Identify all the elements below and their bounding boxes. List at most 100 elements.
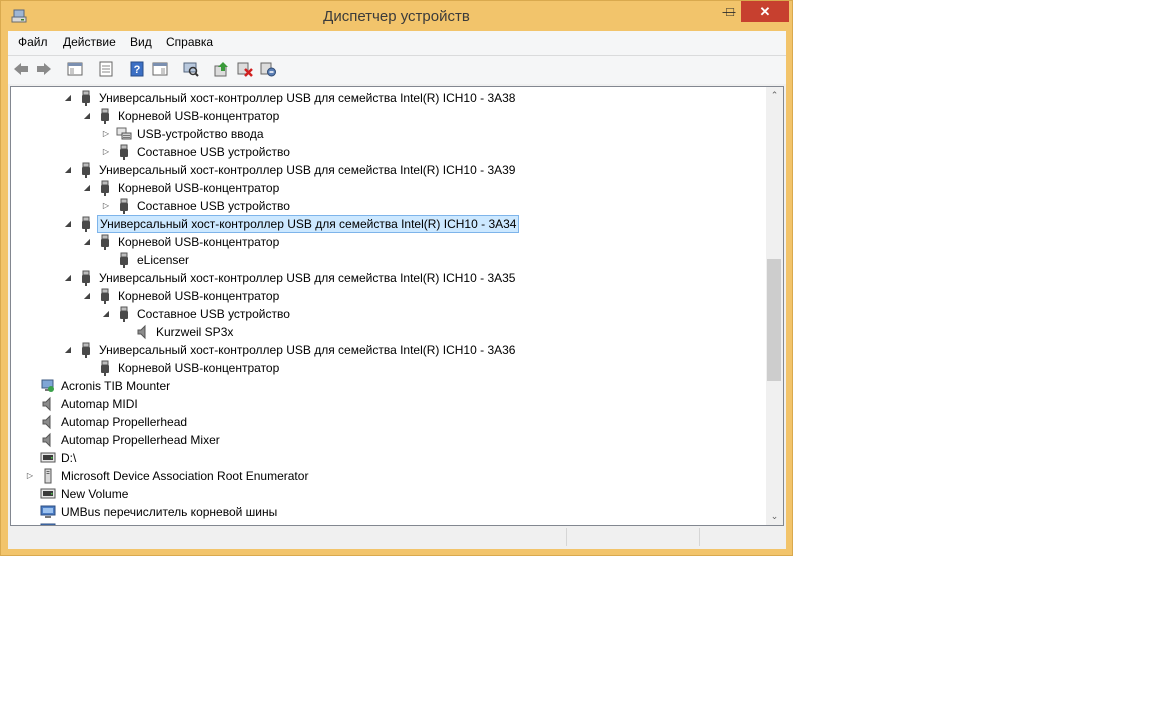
tree-node[interactable]: ▷ Составное USB устройство xyxy=(11,197,751,215)
collapse-arrow-icon[interactable]: ◢ xyxy=(82,107,92,125)
tree-node[interactable]: Kurzweil SP3x xyxy=(11,323,751,341)
usb-plug-icon xyxy=(97,288,113,304)
disable-device-icon[interactable] xyxy=(259,60,277,78)
tree-node-label: Automap MIDI xyxy=(61,397,138,411)
usb-plug-icon xyxy=(97,180,113,196)
tree-node[interactable]: ◢ Универсальный хост-контроллер USB для с… xyxy=(11,161,751,179)
speaker-icon xyxy=(40,396,56,412)
tree-node[interactable]: ◢ Корневой USB-концентратор xyxy=(11,287,751,305)
expand-arrow-icon[interactable]: ▷ xyxy=(101,197,111,215)
tree-node[interactable]: eLicenser xyxy=(11,251,751,269)
tower-icon xyxy=(40,468,56,484)
tree-node-label: Automap Propellerhead xyxy=(61,415,188,429)
expand-arrow-icon[interactable]: ▷ xyxy=(101,125,111,143)
usb-plug-icon xyxy=(116,144,132,160)
client-area: Файл Действие Вид Справка ? ◢ Универсаль… xyxy=(8,31,786,549)
tree-node[interactable]: ◢ Корневой USB-концентратор xyxy=(11,233,751,251)
show-hide-action-pane-icon[interactable] xyxy=(151,60,169,78)
tree-node[interactable]: ▷ USB-устройство ввода xyxy=(11,125,751,143)
vertical-scrollbar[interactable]: ⌃ ⌄ xyxy=(766,87,783,525)
menu-file[interactable]: Файл xyxy=(18,35,48,49)
scan-hardware-icon[interactable] xyxy=(182,60,200,78)
update-driver-icon[interactable] xyxy=(213,60,231,78)
speaker-icon xyxy=(40,414,56,430)
toolbar: ? xyxy=(8,56,786,84)
tree-node[interactable]: Корневой USB-концентратор xyxy=(11,359,751,377)
tree-node-label: Automap Propellerhead Mixer xyxy=(61,433,220,447)
tree-node-label: Универсальный хост-контроллер USB для се… xyxy=(99,343,516,357)
scroll-thumb[interactable] xyxy=(767,259,781,381)
network-monitor-icon xyxy=(40,378,56,394)
collapse-arrow-icon[interactable]: ◢ xyxy=(63,161,73,179)
tree-node[interactable]: ◢ Универсальный хост-контроллер USB для с… xyxy=(11,341,751,359)
tree-node[interactable]: Acronis TIB Mounter xyxy=(11,377,751,395)
scroll-up-button[interactable]: ⌃ xyxy=(766,87,783,104)
usb-plug-icon xyxy=(78,216,94,232)
back-icon[interactable] xyxy=(12,60,30,78)
usb-plug-icon xyxy=(116,198,132,214)
collapse-arrow-icon[interactable]: ◢ xyxy=(63,269,73,287)
drive-icon xyxy=(40,486,56,502)
tree-node-label: Kurzweil SP3x xyxy=(156,325,234,339)
tree-node-label: Корневой USB-концентратор xyxy=(118,361,280,375)
usb-plug-icon xyxy=(116,252,132,268)
menu-view[interactable]: Вид xyxy=(130,35,152,49)
tree-node-label: Корневой USB-концентратор xyxy=(118,289,280,303)
collapse-arrow-icon[interactable]: ◢ xyxy=(82,287,92,305)
usb-plug-icon xyxy=(78,342,94,358)
speaker-icon xyxy=(135,324,151,340)
monitor-icon xyxy=(40,504,56,520)
collapse-arrow-icon[interactable]: ◢ xyxy=(82,233,92,251)
device-tree[interactable]: ◢ Универсальный хост-контроллер USB для с… xyxy=(10,86,784,526)
collapse-arrow-icon[interactable]: ◢ xyxy=(63,215,73,233)
tree-node[interactable]: Automap MIDI xyxy=(11,395,751,413)
scroll-down-button[interactable]: ⌄ xyxy=(766,508,783,525)
svg-text:?: ? xyxy=(134,64,141,76)
menu-bar: Файл Действие Вид Справка xyxy=(8,31,786,56)
collapse-arrow-icon[interactable]: ◢ xyxy=(101,305,111,323)
tree-node[interactable]: Automap Propellerhead Mixer xyxy=(11,431,751,449)
title-bar[interactable]: Диспетчер устройств — □ ✕ xyxy=(1,1,792,31)
tree-node-label: UMBus перечислитель корневой шины xyxy=(61,505,278,519)
tree-node[interactable]: New Volume xyxy=(11,485,751,503)
collapse-arrow-icon[interactable]: ◢ xyxy=(63,341,73,359)
usb-plug-icon xyxy=(97,234,113,250)
menu-action[interactable]: Действие xyxy=(63,35,116,49)
status-pane-1 xyxy=(566,528,699,546)
tree-node-label: Универсальный хост-контроллер USB для се… xyxy=(99,271,516,285)
uninstall-device-icon[interactable] xyxy=(236,60,254,78)
tree-node[interactable]: ▷ Составное USB устройство xyxy=(11,143,751,161)
tree-node-label: Корневой USB-концентратор xyxy=(118,181,280,195)
help-icon[interactable]: ? xyxy=(128,60,146,78)
tree-node-label: Корневой USB-концентратор xyxy=(118,109,280,123)
properties-icon[interactable] xyxy=(97,60,115,78)
tree-node[interactable]: ◢ Корневой USB-концентратор xyxy=(11,179,751,197)
tree-node[interactable]: UMBus перечислитель корневой шины xyxy=(11,503,751,521)
tree-node[interactable]: Automap Propellerhead xyxy=(11,413,751,431)
expand-arrow-icon[interactable]: ▷ xyxy=(25,467,35,485)
tree-node-label: Универсальный хост-контроллер USB для се… xyxy=(99,163,516,177)
collapse-arrow-icon[interactable]: ◢ xyxy=(82,179,92,197)
tree-node-label: Составное USB устройство xyxy=(137,199,290,213)
tree-node[interactable]: D:\ xyxy=(11,449,751,467)
tree-node-label: D:\ xyxy=(61,451,77,465)
collapse-arrow-icon[interactable]: ◢ xyxy=(63,89,73,107)
status-pane-2 xyxy=(699,528,785,546)
tree-node-label: New Volume xyxy=(61,487,129,501)
tree-node[interactable]: ◢ Универсальный хост-контроллер USB для с… xyxy=(11,215,751,233)
show-hide-console-tree-icon[interactable] xyxy=(66,60,84,78)
tree-node[interactable]: ◢ Универсальный хост-контроллер USB для с… xyxy=(11,269,751,287)
usb-plug-icon xyxy=(78,162,94,178)
tree-node[interactable]: ◢ Составное USB устройство xyxy=(11,305,751,323)
tree-node-label: eLicenser xyxy=(137,253,190,267)
tree-node[interactable]: ◢ Корневой USB-концентратор xyxy=(11,107,751,125)
menu-help[interactable]: Справка xyxy=(166,35,213,49)
forward-icon[interactable] xyxy=(35,60,53,78)
tree-node[interactable]: ▷ Microsoft Device Association Root Enume… xyxy=(11,467,751,485)
tree-node[interactable]: ◢ Универсальный хост-контроллер USB для с… xyxy=(11,89,751,107)
expand-arrow-icon[interactable]: ▷ xyxy=(101,143,111,161)
tree-node-label: Универсальный хост-контроллер USB для се… xyxy=(99,91,516,105)
usb-plug-icon xyxy=(78,270,94,286)
close-button[interactable]: ✕ xyxy=(741,1,789,22)
drive-icon xyxy=(40,450,56,466)
